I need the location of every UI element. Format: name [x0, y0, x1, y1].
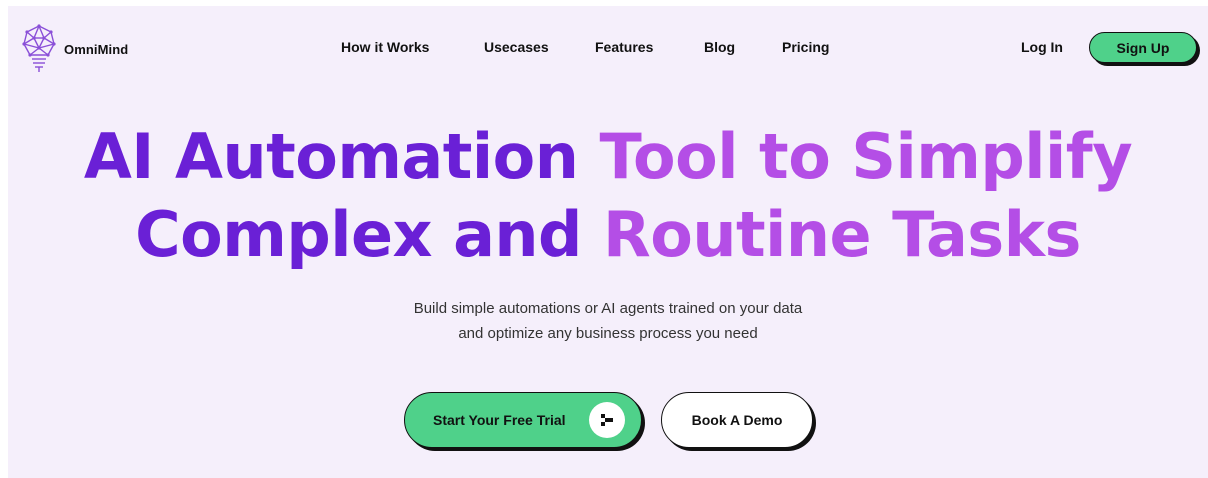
pixel-arrow-icon [589, 402, 625, 438]
hero-title: AI Automation Tool to Simplify Complex a… [8, 118, 1208, 274]
nav-pricing[interactable]: Pricing [782, 39, 829, 55]
hero-title-line-2: Complex and Routine Tasks [8, 196, 1208, 274]
top-navigation: OmniMind How it Works Usecases Features … [8, 6, 1208, 86]
start-free-trial-label: Start Your Free Trial [433, 412, 566, 428]
nav-features[interactable]: Features [595, 39, 653, 55]
page-frame: OmniMind How it Works Usecases Features … [8, 6, 1208, 478]
start-free-trial-button[interactable]: Start Your Free Trial [404, 392, 642, 448]
hero-title-line-1-light: Tool to Simplify [599, 120, 1133, 193]
book-demo-button[interactable]: Book A Demo [661, 392, 813, 448]
hero-title-line-1: AI Automation Tool to Simplify [8, 118, 1208, 196]
hero-subtitle: Build simple automations or AI agents tr… [8, 296, 1208, 346]
hero-title-line-2-light: Routine Tasks [603, 198, 1081, 271]
login-link[interactable]: Log In [1021, 39, 1063, 55]
hero-subtitle-line-2: and optimize any business process you ne… [458, 325, 758, 342]
nav-how-it-works[interactable]: How it Works [341, 39, 429, 55]
hero-title-line-1-dark: AI Automation [83, 120, 600, 193]
signup-button[interactable]: Sign Up [1089, 32, 1197, 63]
hero-subtitle-line-1: Build simple automations or AI agents tr… [413, 300, 803, 317]
nav-blog[interactable]: Blog [704, 39, 735, 55]
nav-usecases[interactable]: Usecases [484, 39, 549, 55]
hero-title-line-2-dark: Complex and [135, 198, 604, 271]
